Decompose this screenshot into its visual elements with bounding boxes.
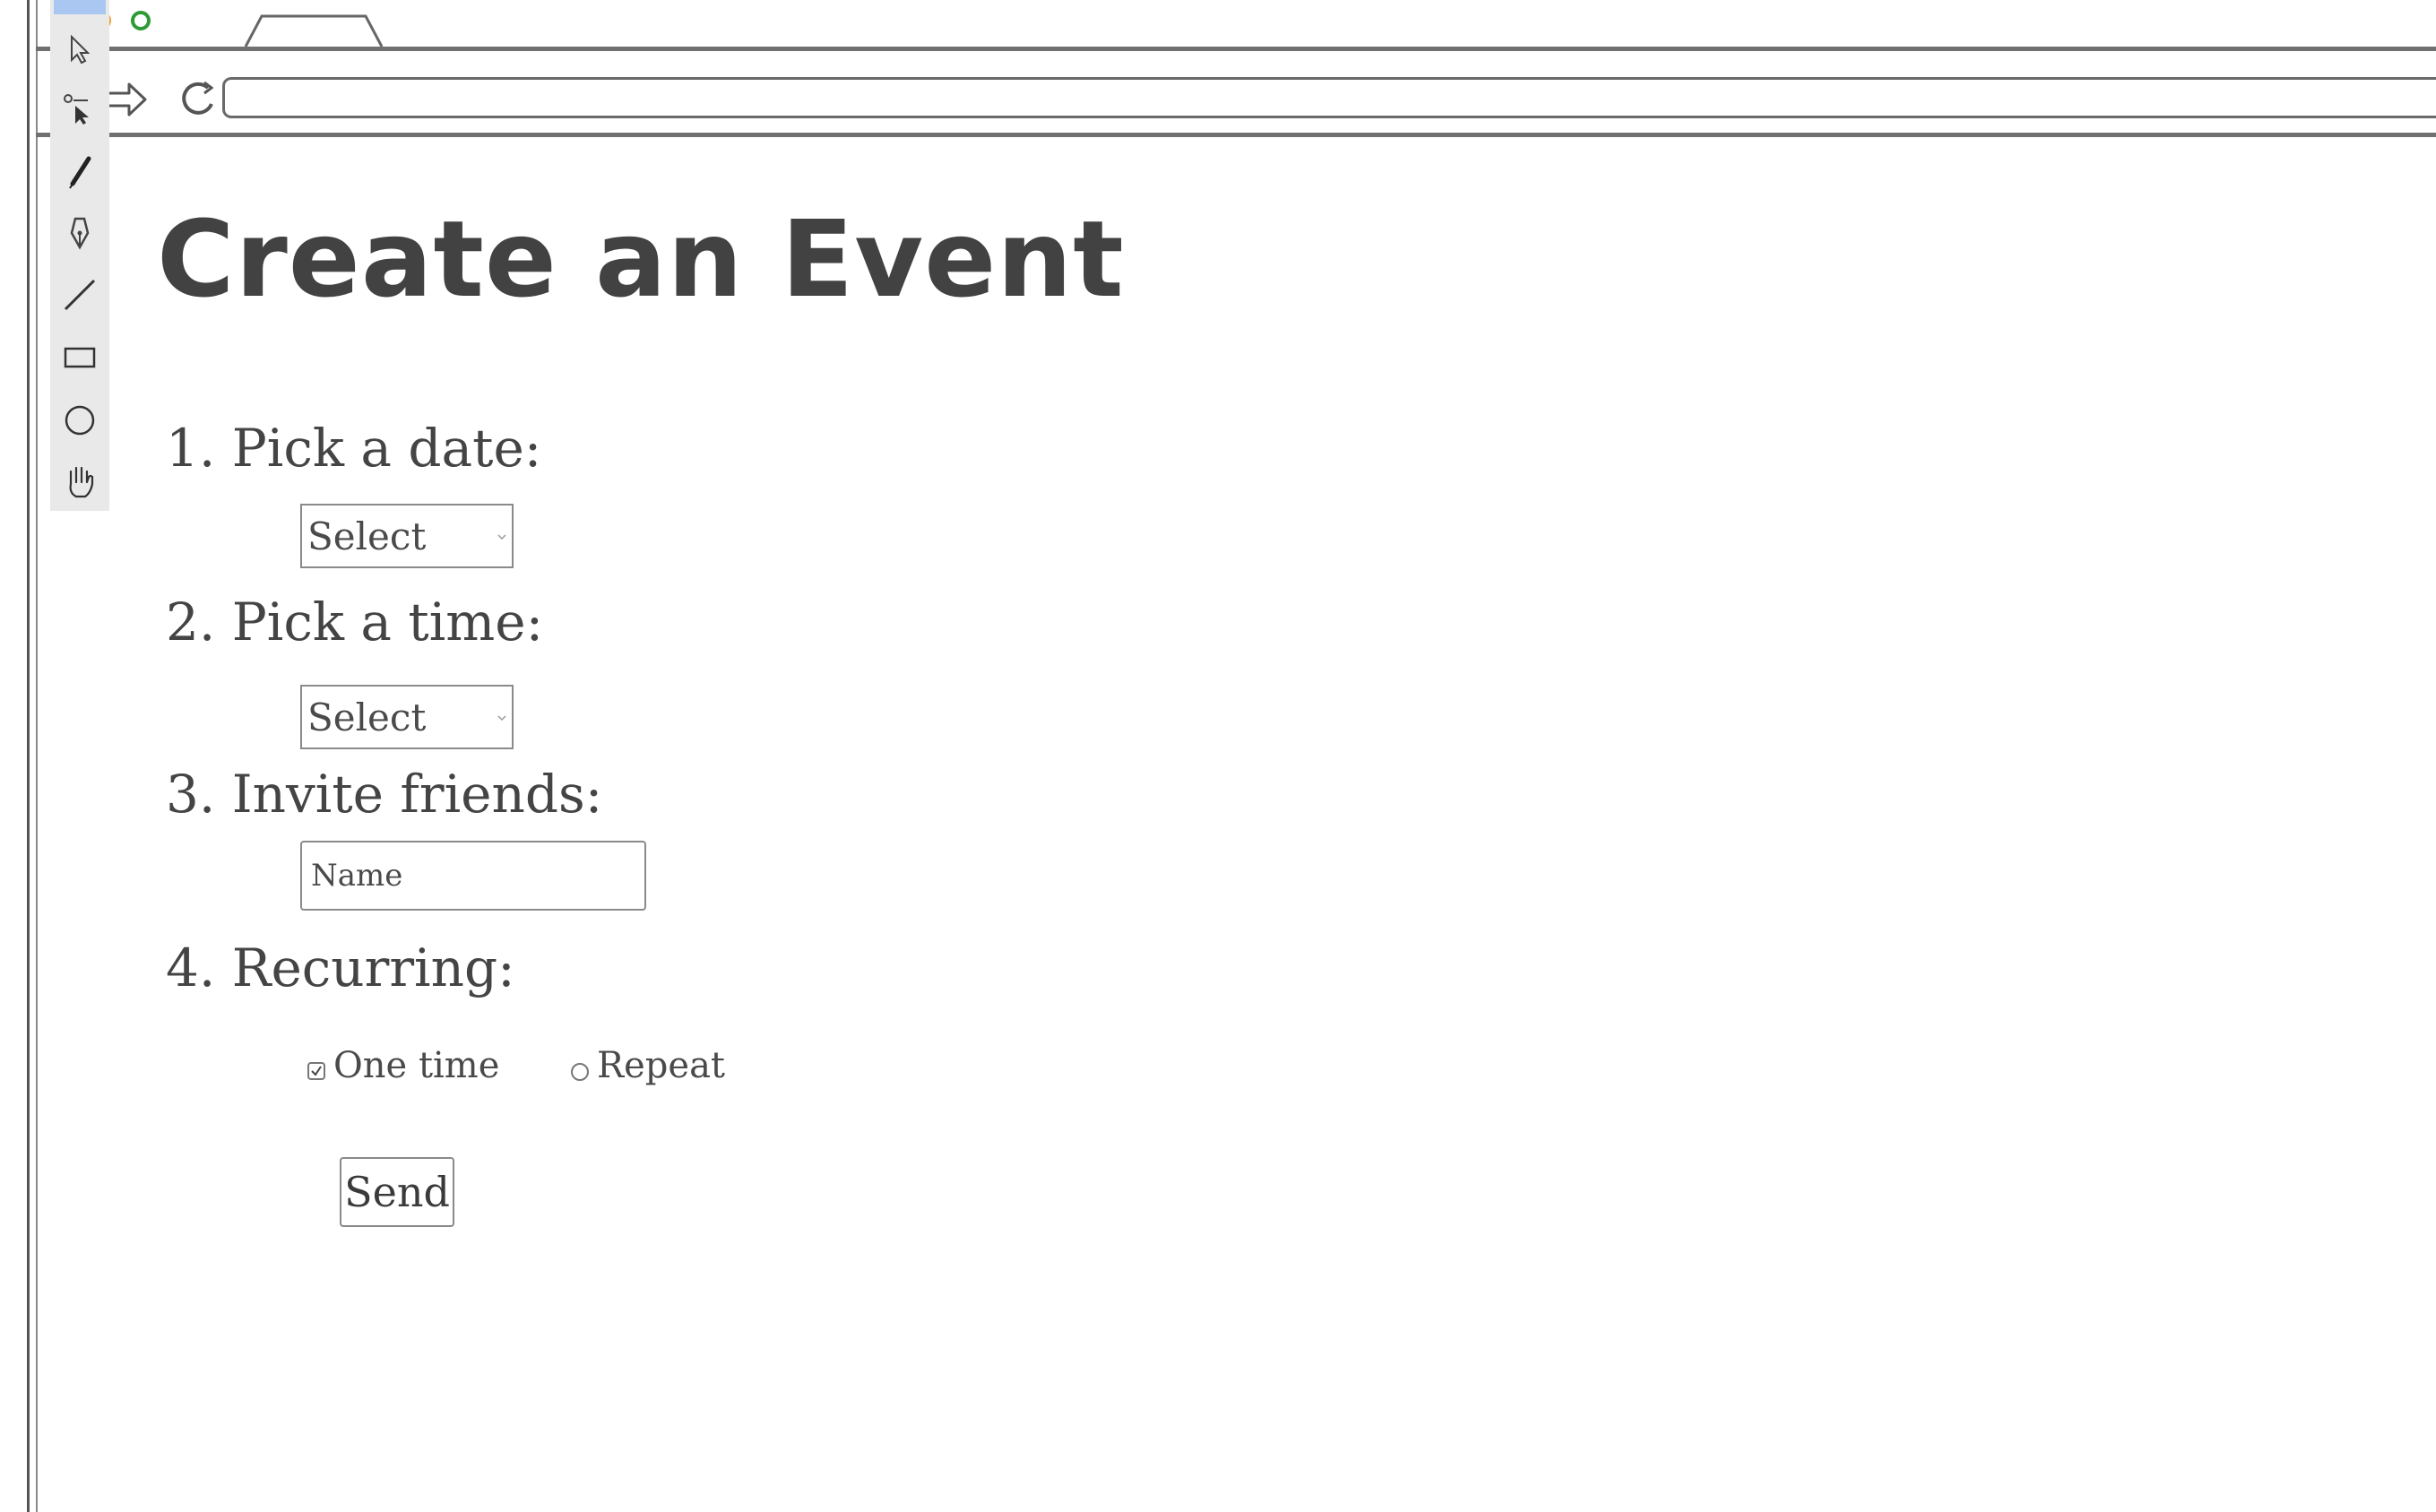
chrome-bottom-divider	[36, 133, 2436, 137]
window-maximize-button[interactable]	[131, 11, 151, 30]
rectangle-icon[interactable]	[56, 333, 104, 382]
time-select-value: Select	[307, 695, 427, 739]
pencil-icon[interactable]	[56, 149, 104, 197]
step-label-invite: 3. Invite friends:	[166, 764, 603, 825]
canvas-inner-border	[36, 0, 38, 1512]
checkmark-icon	[311, 1066, 322, 1076]
reload-icon[interactable]	[177, 77, 220, 120]
forward-arrow-icon[interactable]	[106, 79, 149, 120]
repeat-label: Repeat	[597, 1045, 725, 1086]
invite-name-input[interactable]	[300, 841, 646, 911]
date-select[interactable]: Select	[300, 504, 514, 568]
ellipse-icon[interactable]	[56, 396, 104, 445]
time-select[interactable]: Select	[300, 685, 514, 749]
pen-icon[interactable]	[56, 208, 104, 256]
tool-palette	[50, 0, 109, 511]
step-label-time: 2. Pick a time:	[166, 592, 544, 652]
send-button[interactable]: Send	[340, 1157, 454, 1227]
direct-select-icon[interactable]	[56, 84, 104, 133]
browser-tab[interactable]	[242, 13, 385, 48]
step-label-date: 1. Pick a date:	[166, 418, 542, 479]
chevron-down-icon	[497, 715, 506, 721]
one-time-label: One time	[333, 1045, 500, 1086]
hand-icon[interactable]	[56, 457, 104, 505]
one-time-checkbox[interactable]	[307, 1062, 325, 1080]
address-bar[interactable]	[222, 77, 2436, 118]
page-title: Create an Event	[157, 197, 1125, 321]
line-icon[interactable]	[56, 271, 104, 319]
chevron-down-icon	[497, 534, 506, 540]
pointer-icon[interactable]	[56, 25, 104, 73]
chrome-top-divider	[36, 47, 2436, 51]
repeat-radio[interactable]	[571, 1063, 589, 1081]
date-select-value: Select	[307, 514, 427, 558]
active-tool-highlight	[54, 0, 106, 14]
step-label-recurring: 4. Recurring:	[166, 937, 515, 998]
canvas-left-border	[27, 0, 30, 1512]
